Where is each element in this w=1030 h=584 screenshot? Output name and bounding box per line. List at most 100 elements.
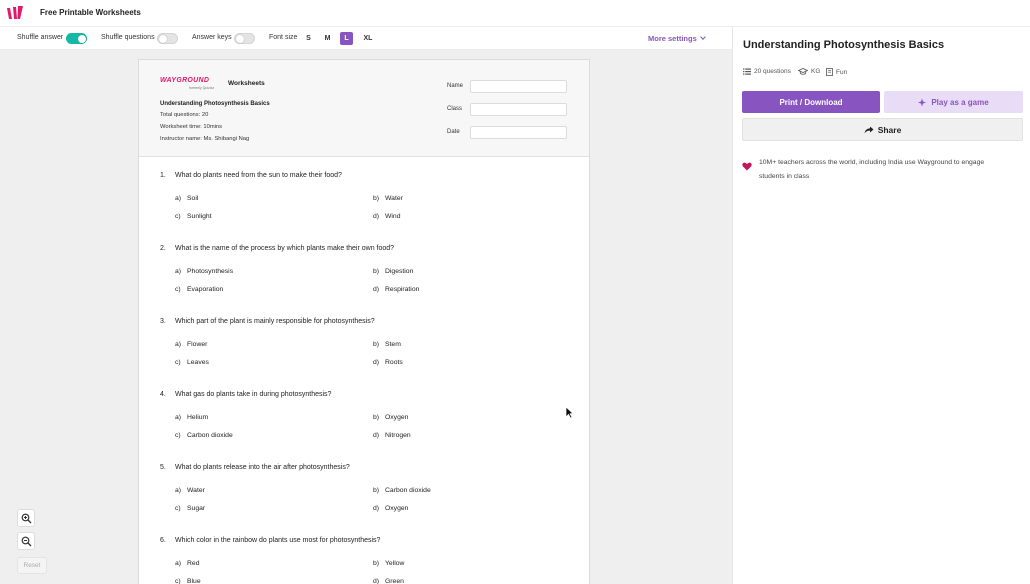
worksheet-canvas[interactable]: WAYGROUND formerly Quizizz Worksheets Un…	[0, 50, 732, 584]
share-arrow-icon	[864, 126, 874, 133]
answer-option: c) Carbon dioxide	[175, 432, 233, 439]
option-text: Helium	[187, 414, 209, 421]
worksheet-title: Understanding Photosynthesis Basics	[160, 101, 270, 107]
share-button[interactable]: Share	[742, 118, 1023, 141]
date-field[interactable]	[470, 126, 567, 139]
worksheet-brand-logo: WAYGROUND	[160, 77, 210, 84]
answer-option: c) Evaporation	[175, 286, 223, 293]
option-letter: c)	[175, 213, 181, 220]
font-size-m-button[interactable]: M	[321, 32, 334, 45]
option-text: Digestion	[385, 268, 414, 275]
option-text: Respiration	[385, 286, 420, 293]
print-download-button[interactable]: Print / Download	[742, 91, 880, 113]
option-letter: a)	[175, 487, 182, 494]
question-number: 4.	[160, 391, 166, 398]
option-letter: a)	[175, 560, 182, 567]
answer-option: d) Respiration	[373, 286, 419, 293]
option-letter: c)	[175, 578, 181, 584]
app-title: Free Printable Worksheets	[40, 8, 141, 17]
option-letter: c)	[175, 432, 181, 439]
zoom-out-button[interactable]	[17, 532, 35, 550]
zoom-in-button[interactable]	[17, 509, 35, 527]
worksheet-time-text: Worksheet time: 10mins	[160, 124, 223, 130]
answer-option: b) Yellow	[373, 560, 404, 567]
option-letter: a)	[175, 341, 182, 348]
option-letter: b)	[373, 414, 380, 421]
answer-option: b) Stem	[373, 341, 401, 348]
class-field-label: Class	[447, 106, 463, 112]
details-panel: Understanding Photosynthesis Basics 20 q…	[732, 27, 1030, 584]
option-letter: d)	[373, 359, 380, 366]
question-number: 3.	[160, 318, 166, 325]
subject-tag: Fun	[826, 68, 847, 76]
answer-option: b) Carbon dioxide	[373, 487, 431, 494]
class-field[interactable]	[470, 103, 567, 116]
answer-option: a) Red	[175, 560, 199, 567]
option-text: Photosynthesis	[187, 268, 234, 275]
worksheets-label: Worksheets	[228, 80, 265, 87]
question-text: What do plants need from the sun to make…	[175, 172, 342, 179]
option-text: Oxygen	[385, 505, 409, 512]
answer-option: c) Leaves	[175, 359, 209, 366]
answer-option: c) Sunlight	[175, 213, 212, 220]
option-letter: b)	[373, 341, 380, 348]
option-letter: d)	[373, 505, 380, 512]
name-field-label: Name	[447, 83, 464, 89]
answer-option: b) Digestion	[373, 268, 413, 275]
grade-level: KG	[798, 68, 820, 75]
shuffle-answer-label: Shuffle answer	[17, 34, 64, 41]
option-text: Red	[187, 560, 200, 567]
top-bar: Free Printable Worksheets	[0, 0, 1030, 27]
font-size-xl-button[interactable]: XL	[360, 32, 376, 45]
option-letter: b)	[373, 195, 380, 202]
total-questions-text: Total questions: 20	[160, 112, 209, 118]
option-text: Carbon dioxide	[187, 432, 233, 439]
more-settings-button[interactable]: More settings	[648, 34, 706, 43]
font-size-l-button[interactable]: L	[340, 32, 353, 45]
question-text: Which part of the plant is mainly respon…	[175, 318, 375, 325]
option-letter: c)	[175, 286, 181, 293]
option-letter: c)	[175, 505, 181, 512]
mouse-cursor-icon	[565, 406, 574, 419]
option-text: Yellow	[385, 560, 405, 567]
shuffle-questions-toggle[interactable]	[157, 33, 178, 44]
graduation-cap-icon	[798, 68, 808, 75]
answer-option: a) Flower	[175, 341, 207, 348]
question-number: 1.	[160, 172, 166, 179]
answer-option: d) Oxygen	[373, 505, 408, 512]
answer-option: c) Sugar	[175, 505, 205, 512]
answer-option: d) Wind	[373, 213, 401, 220]
option-letter: a)	[175, 195, 182, 202]
wayground-logo-icon[interactable]	[6, 5, 24, 21]
option-letter: d)	[373, 578, 380, 584]
sparkle-icon	[918, 98, 927, 106]
font-size-label: Font size	[269, 34, 298, 41]
option-text: Leaves	[187, 359, 209, 366]
option-letter: a)	[175, 414, 182, 421]
name-field[interactable]	[470, 80, 567, 93]
shuffle-questions-label: Shuffle questions	[101, 34, 155, 41]
shuffle-answer-toggle[interactable]	[66, 33, 87, 44]
answer-keys-toggle[interactable]	[234, 33, 255, 44]
instructor-text: Instructor name: Ms. Shibangi Nag	[160, 136, 250, 142]
answer-keys-label: Answer keys	[192, 34, 232, 41]
option-text: Stem	[385, 341, 401, 348]
option-text: Sunlight	[187, 213, 212, 220]
settings-bar: Shuffle answer Shuffle questions Answer …	[0, 27, 732, 50]
option-text: Wind	[385, 213, 401, 220]
font-size-s-button[interactable]: S	[302, 32, 315, 45]
worksheet-header: WAYGROUND formerly Quizizz Worksheets Un…	[139, 60, 589, 157]
option-text: Evaporation	[187, 286, 224, 293]
question-number: 5.	[160, 464, 166, 471]
option-letter: a)	[175, 268, 182, 275]
option-text: Nitrogen	[385, 432, 411, 439]
option-text: Soil	[187, 195, 199, 202]
option-text: Blue	[187, 578, 201, 584]
option-text: Green	[385, 578, 404, 584]
question-text: What gas do plants take in during photos…	[175, 391, 332, 398]
answer-option: a) Soil	[175, 195, 198, 202]
option-text: Carbon dioxide	[385, 487, 431, 494]
answer-option: a) Photosynthesis	[175, 268, 233, 275]
reset-zoom-button[interactable]: Reset	[17, 557, 47, 574]
play-as-game-button[interactable]: Play as a game	[884, 91, 1023, 113]
